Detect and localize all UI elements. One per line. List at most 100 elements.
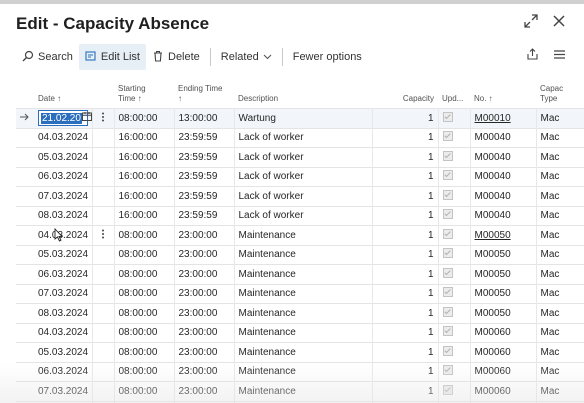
starting-time-cell[interactable]: 16:00:00 (114, 186, 175, 206)
table-row[interactable]: 05.03.2024 08:00:00 23:00:00 Maintenance 1 M0… (16, 244, 584, 265)
capacity-cell[interactable]: 1 (372, 381, 439, 401)
table-row[interactable]: 07.03.2024 16:00:00 23:59:59 Lack of worker… (16, 186, 584, 206)
description-cell[interactable]: Wartung (234, 108, 373, 128)
date-cell[interactable]: 07.03.2024 (34, 381, 93, 401)
delete-button[interactable]: Delete (146, 44, 206, 70)
ending-time-cell[interactable]: 23:59:59 (174, 205, 235, 226)
ending-time-cell[interactable]: 23:00:00 (174, 322, 235, 343)
capacity-cell[interactable]: 1 (372, 303, 439, 323)
capacity-type-cell[interactable]: Mac (536, 303, 584, 323)
no-cell[interactable]: M00040 (470, 205, 537, 226)
fewer-options-button[interactable]: Fewer options (287, 44, 368, 70)
ending-time-cell[interactable]: 23:00:00 (174, 283, 235, 304)
date-cell[interactable]: 06.03.2024 (34, 264, 93, 284)
more-options-icon[interactable] (101, 229, 105, 242)
description-cell[interactable]: Maintenance (234, 342, 373, 362)
table-row[interactable]: 06.03.2024 08:00:00 23:00:00 Maintenance 1 M0… (16, 361, 584, 382)
capacity-type-cell[interactable]: Mac (536, 283, 584, 304)
no-cell[interactable]: M00040 (470, 166, 537, 187)
ending-time-cell[interactable]: 23:59:59 (174, 166, 235, 187)
capacity-cell[interactable]: 1 (372, 147, 439, 167)
calendar-icon[interactable] (81, 112, 91, 124)
description-cell[interactable]: Lack of worker (234, 147, 373, 167)
ending-time-cell[interactable]: 23:59:59 (174, 147, 235, 167)
description-cell[interactable]: Lack of worker (234, 127, 373, 148)
ending-time-cell[interactable]: 23:59:59 (174, 127, 235, 148)
no-cell[interactable]: M00040 (470, 186, 537, 206)
starting-time-cell[interactable]: 08:00:00 (114, 108, 175, 128)
capacity-cell[interactable]: 1 (372, 361, 439, 382)
capacity-cell[interactable]: 1 (372, 127, 439, 148)
capacity-cell[interactable]: 1 (372, 225, 439, 245)
no-cell[interactable]: M00010 (470, 108, 537, 128)
table-row[interactable]: 05.03.2024 08:00:00 23:00:00 Maintenance 1 M0… (16, 342, 584, 362)
no-cell[interactable]: M00060 (470, 322, 537, 343)
starting-time-cell[interactable]: 08:00:00 (114, 264, 175, 284)
no-cell[interactable]: M00040 (470, 147, 537, 167)
col-header-starting-time[interactable]: Starting Time ↑ (114, 78, 174, 109)
starting-time-cell[interactable]: 08:00:00 (114, 303, 175, 323)
description-cell[interactable]: Maintenance (234, 283, 373, 304)
capacity-type-cell[interactable]: Mac (536, 186, 584, 206)
no-cell[interactable]: M00050 (470, 264, 537, 284)
date-cell[interactable]: 04.03.2024 (34, 322, 93, 343)
starting-time-cell[interactable]: 08:00:00 (114, 381, 175, 401)
capacity-cell[interactable]: 1 (372, 186, 439, 206)
table-row[interactable]: 21.02.20 08:00:00 13:00:00 Wartung 1 M00010 Ma… (16, 108, 584, 128)
share-icon[interactable] (526, 48, 539, 64)
capacity-type-cell[interactable]: Mac (536, 205, 584, 226)
starting-time-cell[interactable]: 08:00:00 (114, 361, 175, 382)
date-cell[interactable]: 07.03.2024 (34, 283, 93, 304)
col-header-no[interactable]: No. ↑ (470, 78, 536, 109)
capacity-cell[interactable]: 1 (372, 205, 439, 226)
starting-time-cell[interactable]: 16:00:00 (114, 166, 175, 187)
date-cell[interactable]: 05.03.2024 (34, 147, 93, 167)
description-cell[interactable]: Maintenance (234, 225, 373, 245)
description-cell[interactable]: Lack of worker (234, 186, 373, 206)
capacity-type-cell[interactable]: Mac (536, 322, 584, 343)
starting-time-cell[interactable]: 16:00:00 (114, 205, 175, 226)
table-row[interactable]: 06.03.2024 08:00:00 23:00:00 Maintenance 1 M0… (16, 264, 584, 284)
date-cell[interactable]: 04.03.2024 (34, 127, 93, 148)
description-cell[interactable]: Maintenance (234, 303, 373, 323)
description-cell[interactable]: Lack of worker (234, 205, 373, 226)
ending-time-cell[interactable]: 23:00:00 (174, 381, 235, 401)
table-row[interactable]: 07.03.2024 08:00:00 23:00:00 Maintenance 1 M0… (16, 381, 584, 401)
capacity-type-cell[interactable]: Mac (536, 166, 584, 187)
table-row[interactable]: 04.03.2024 16:00:00 23:59:59 Lack of worker… (16, 127, 584, 148)
description-cell[interactable]: Maintenance (234, 381, 373, 401)
starting-time-cell[interactable]: 08:00:00 (114, 225, 175, 245)
expand-icon[interactable] (522, 12, 540, 30)
ending-time-cell[interactable]: 23:59:59 (174, 186, 235, 206)
close-icon[interactable] (550, 12, 568, 30)
capacity-cell[interactable]: 1 (372, 264, 439, 284)
table-row[interactable]: 05.03.2024 16:00:00 23:59:59 Lack of worker… (16, 147, 584, 167)
capacity-cell[interactable]: 1 (372, 166, 439, 187)
description-cell[interactable]: Maintenance (234, 361, 373, 382)
more-options-icon[interactable] (101, 112, 105, 125)
description-cell[interactable]: Maintenance (234, 322, 373, 343)
capacity-type-cell[interactable]: Mac (536, 108, 584, 128)
no-cell[interactable]: M00060 (470, 342, 537, 362)
starting-time-cell[interactable]: 08:00:00 (114, 322, 175, 343)
ending-time-cell[interactable]: 23:00:00 (174, 244, 235, 265)
date-cell[interactable]: 05.03.2024 (34, 244, 93, 265)
no-cell[interactable]: M00050 (470, 244, 537, 265)
col-header-ending-time[interactable]: Ending Time ↑ (174, 78, 234, 109)
no-cell[interactable]: M00060 (470, 381, 537, 401)
list-icon[interactable] (553, 48, 566, 64)
related-menu[interactable]: Related (215, 44, 278, 70)
capacity-cell[interactable]: 1 (372, 108, 439, 128)
description-cell[interactable]: Maintenance (234, 244, 373, 265)
description-cell[interactable]: Maintenance (234, 264, 373, 284)
table-row[interactable]: 06.03.2024 16:00:00 23:59:59 Lack of worker… (16, 166, 584, 187)
ending-time-cell[interactable]: 13:00:00 (174, 108, 235, 128)
date-input[interactable]: 21.02.20 (38, 110, 91, 127)
row-menu[interactable] (92, 108, 115, 128)
search-button[interactable]: Search (16, 44, 79, 70)
date-cell[interactable]: 05.03.2024 (34, 342, 93, 362)
ending-time-cell[interactable]: 23:00:00 (174, 361, 235, 382)
row-menu[interactable] (92, 225, 115, 245)
ending-time-cell[interactable]: 23:00:00 (174, 342, 235, 362)
capacity-type-cell[interactable]: Mac (536, 225, 584, 245)
